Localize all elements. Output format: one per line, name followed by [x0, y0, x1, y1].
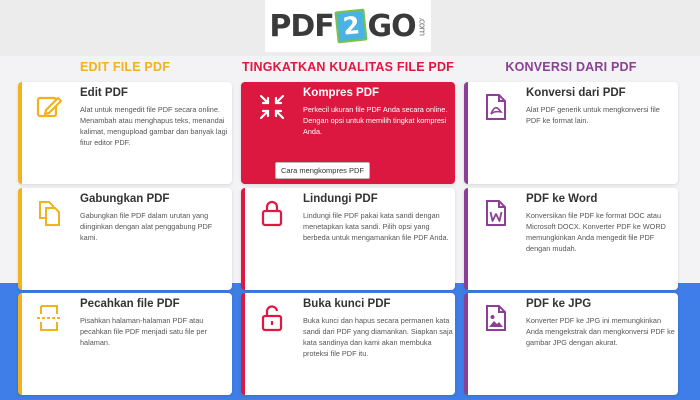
- card-description: Lindungi file PDF pakai kata sandi denga…: [303, 211, 449, 242]
- watermark-text: teknobgt.com: [508, 348, 679, 372]
- card-description: Gabungkan file PDF dalam urutan yang dii…: [80, 211, 213, 242]
- card-description: Perkecil ukuran file PDF Anda secara onl…: [303, 105, 448, 136]
- word-file-icon: [486, 200, 506, 226]
- split-icon: [37, 305, 61, 331]
- unlock-icon: [261, 305, 283, 332]
- card-title: Konversi dari PDF: [526, 87, 626, 99]
- logo-text-2: 2: [334, 8, 368, 44]
- card-title: Pecahkan file PDF: [80, 298, 180, 310]
- column-title-quality: TINGKATKAN KUALITAS FILE PDF: [241, 60, 455, 74]
- logo-text-com: .com: [416, 16, 427, 36]
- card-description: Alat PDF generik untuk mengkonversi file…: [526, 105, 660, 125]
- card-title: Kompres PDF: [303, 87, 380, 99]
- card-description: Pisahkan halaman-halaman PDF atau pecahk…: [80, 316, 207, 347]
- card-protect-pdf[interactable]: Lindungi PDF Lindungi file PDF pakai kat…: [241, 188, 455, 290]
- card-compress-pdf[interactable]: Kompres PDF Perkecil ukuran file PDF And…: [241, 82, 455, 184]
- card-title: Gabungkan PDF: [80, 193, 170, 205]
- card-description: Buka kunci dan hapus secara permanen kat…: [303, 316, 453, 358]
- column-title-edit: EDIT FILE PDF: [79, 60, 171, 74]
- pdf-file-icon: [486, 94, 506, 120]
- logo-text-go: GO: [367, 8, 416, 44]
- card-merge-pdf[interactable]: Gabungkan PDF Gabungkan file PDF dalam u…: [18, 188, 232, 290]
- card-split-pdf[interactable]: Pecahkan file PDF Pisahkan halaman-halam…: [18, 293, 232, 395]
- card-pdf-to-word[interactable]: PDF ke Word Konversikan file PDF ke form…: [464, 188, 678, 290]
- card-convert-from-pdf[interactable]: Konversi dari PDF Alat PDF generik untuk…: [464, 82, 678, 184]
- column-title-convert: KONVERSI DARI PDF: [505, 60, 637, 74]
- card-title: PDF ke JPG: [526, 298, 592, 310]
- card-title: Lindungi PDF: [303, 193, 378, 205]
- card-description: Alat untuk mengedit file PDF secara onli…: [80, 105, 228, 147]
- card-description: Konverter PDF ke JPG ini memungkinkan An…: [526, 316, 675, 347]
- site-logo[interactable]: PDF 2 GO .com: [265, 0, 431, 52]
- edit-icon: [36, 96, 63, 118]
- card-title: Edit PDF: [80, 87, 128, 99]
- lock-icon: [261, 200, 283, 227]
- merge-icon: [39, 201, 60, 226]
- card-description: Konversikan file PDF ke format DOC atau …: [526, 211, 666, 253]
- compress-tooltip: Cara mengkompres PDF: [275, 162, 370, 179]
- card-title: Buka kunci PDF: [303, 298, 391, 310]
- compress-icon: [259, 94, 285, 120]
- image-file-icon: [486, 305, 506, 331]
- logo-text-pdf: PDF: [269, 8, 334, 44]
- card-edit-pdf[interactable]: Edit PDF Alat untuk mengedit file PDF se…: [18, 82, 232, 184]
- card-pdf-to-jpg[interactable]: PDF ke JPG Konverter PDF ke JPG ini memu…: [464, 293, 678, 395]
- card-title: PDF ke Word: [526, 193, 598, 205]
- card-unlock-pdf[interactable]: Buka kunci PDF Buka kunci dan hapus seca…: [241, 293, 455, 395]
